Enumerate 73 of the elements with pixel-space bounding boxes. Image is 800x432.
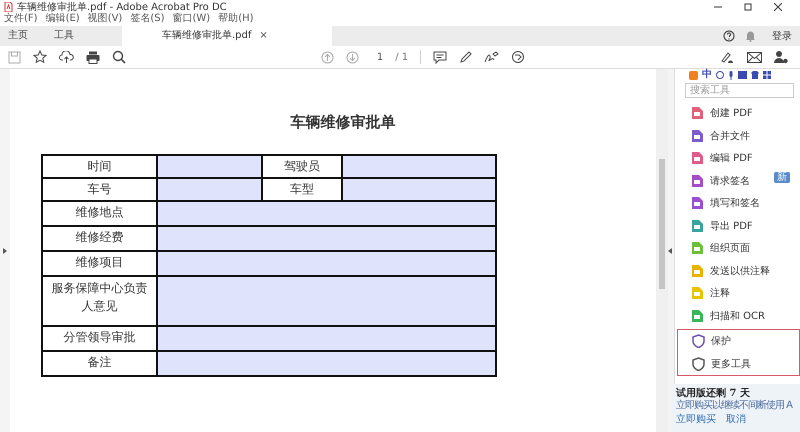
comment-icon[interactable] xyxy=(433,50,448,64)
form-label: 车型 xyxy=(262,178,342,201)
microphone-icon[interactable] xyxy=(728,70,734,80)
scrollbar[interactable] xyxy=(656,69,668,432)
ime-mode[interactable]: 中 xyxy=(702,70,712,80)
new-badge: 新 xyxy=(774,172,790,182)
print-icon[interactable] xyxy=(86,50,100,64)
shirt-icon[interactable] xyxy=(751,71,759,79)
form-label: 时间 xyxy=(42,155,157,178)
star-icon[interactable] xyxy=(33,50,47,64)
menu-item[interactable]: 窗口(W) xyxy=(172,13,210,24)
page-total: / 1 xyxy=(395,52,408,62)
window-title: 车辆维修审批单.pdf - Adobe Acrobat Pro DC xyxy=(17,0,227,12)
form-field[interactable] xyxy=(157,226,496,251)
restore-icon[interactable] xyxy=(744,2,752,10)
tool-item[interactable]: 请求签名 新 xyxy=(681,170,796,192)
menu-item[interactable]: 签名(S) xyxy=(130,13,164,24)
form-label: 车号 xyxy=(42,178,157,201)
menu-item[interactable]: 帮助(H) xyxy=(218,13,254,24)
mail-icon[interactable] xyxy=(747,52,762,62)
help-icon[interactable] xyxy=(723,30,735,42)
cancel-link[interactable]: 取消 xyxy=(726,412,746,426)
document-title: 车辆维修审批单 xyxy=(290,113,396,132)
buy-now-link[interactable]: 立即购买 xyxy=(676,412,716,426)
tool-item[interactable]: 注释 xyxy=(681,282,796,304)
close-tab-button[interactable]: × xyxy=(259,30,268,41)
search-tools-field[interactable]: 搜索工具 xyxy=(685,83,794,98)
input-method-logo-icon xyxy=(689,70,698,80)
tab[interactable]: 车辆维修审批单.pdf × xyxy=(122,26,332,46)
menu-item[interactable]: 编辑(E) xyxy=(46,13,80,24)
tool-item[interactable]: 更多工具 xyxy=(682,352,799,375)
page-number-field[interactable]: 1 xyxy=(376,52,384,62)
trial-title: 试用版还剩 7 天 xyxy=(676,386,751,400)
close-icon[interactable] xyxy=(774,2,782,10)
form-field[interactable] xyxy=(157,155,262,178)
tool-item[interactable]: 扫描和 OCR xyxy=(681,304,796,327)
form-label: 维修地点 xyxy=(42,201,157,226)
trial-message: 立即购买以继续不间断使用 A xyxy=(676,400,794,412)
form-field[interactable] xyxy=(157,326,496,351)
form-field[interactable] xyxy=(157,276,496,326)
form-label: 维修经费 xyxy=(42,226,157,251)
user-icon[interactable] xyxy=(774,50,788,64)
form-label: 驾驶员 xyxy=(262,155,342,178)
form-field[interactable] xyxy=(342,178,496,201)
tool-item[interactable]: 发送以供注释 xyxy=(681,260,796,282)
tool-item[interactable]: 组织页面 xyxy=(681,237,796,260)
tool-item[interactable]: 填写和签名 xyxy=(681,192,796,214)
pen-icon[interactable] xyxy=(459,50,472,64)
tool-item[interactable]: 合并文件 xyxy=(681,124,796,147)
sign-in-button[interactable]: 登录 xyxy=(772,29,792,43)
ime-toolbar[interactable]: 中 xyxy=(689,69,796,81)
signature-icon[interactable] xyxy=(484,50,500,64)
tool-item[interactable]: 编辑 PDF xyxy=(681,147,796,170)
zoom-search-icon[interactable] xyxy=(112,50,126,64)
tab[interactable]: 主页 xyxy=(0,26,36,46)
cloud-upload-icon[interactable] xyxy=(59,50,74,64)
menu-item[interactable]: 文件(F) xyxy=(4,13,38,24)
form-label: 备注 xyxy=(42,351,157,376)
grid-icon[interactable] xyxy=(763,71,771,79)
form-label: 服务保障中心负责人意见 xyxy=(42,276,157,326)
expand-left-icon[interactable] xyxy=(3,248,7,254)
menu-item[interactable]: 视图(V) xyxy=(88,13,122,24)
form-field[interactable] xyxy=(157,178,262,201)
tool-item[interactable]: 导出 PDF xyxy=(681,214,796,237)
tool-item[interactable]: 创建 PDF xyxy=(681,102,796,124)
form-field[interactable] xyxy=(157,351,496,376)
form-field[interactable] xyxy=(157,201,496,226)
form-field[interactable] xyxy=(157,251,496,276)
tab[interactable]: 工具 xyxy=(46,26,82,46)
form-label: 分管领导审批 xyxy=(42,326,157,351)
tool-item[interactable]: 保护 xyxy=(682,330,799,352)
form-field[interactable] xyxy=(342,155,496,178)
form-label: 维修项目 xyxy=(42,251,157,276)
